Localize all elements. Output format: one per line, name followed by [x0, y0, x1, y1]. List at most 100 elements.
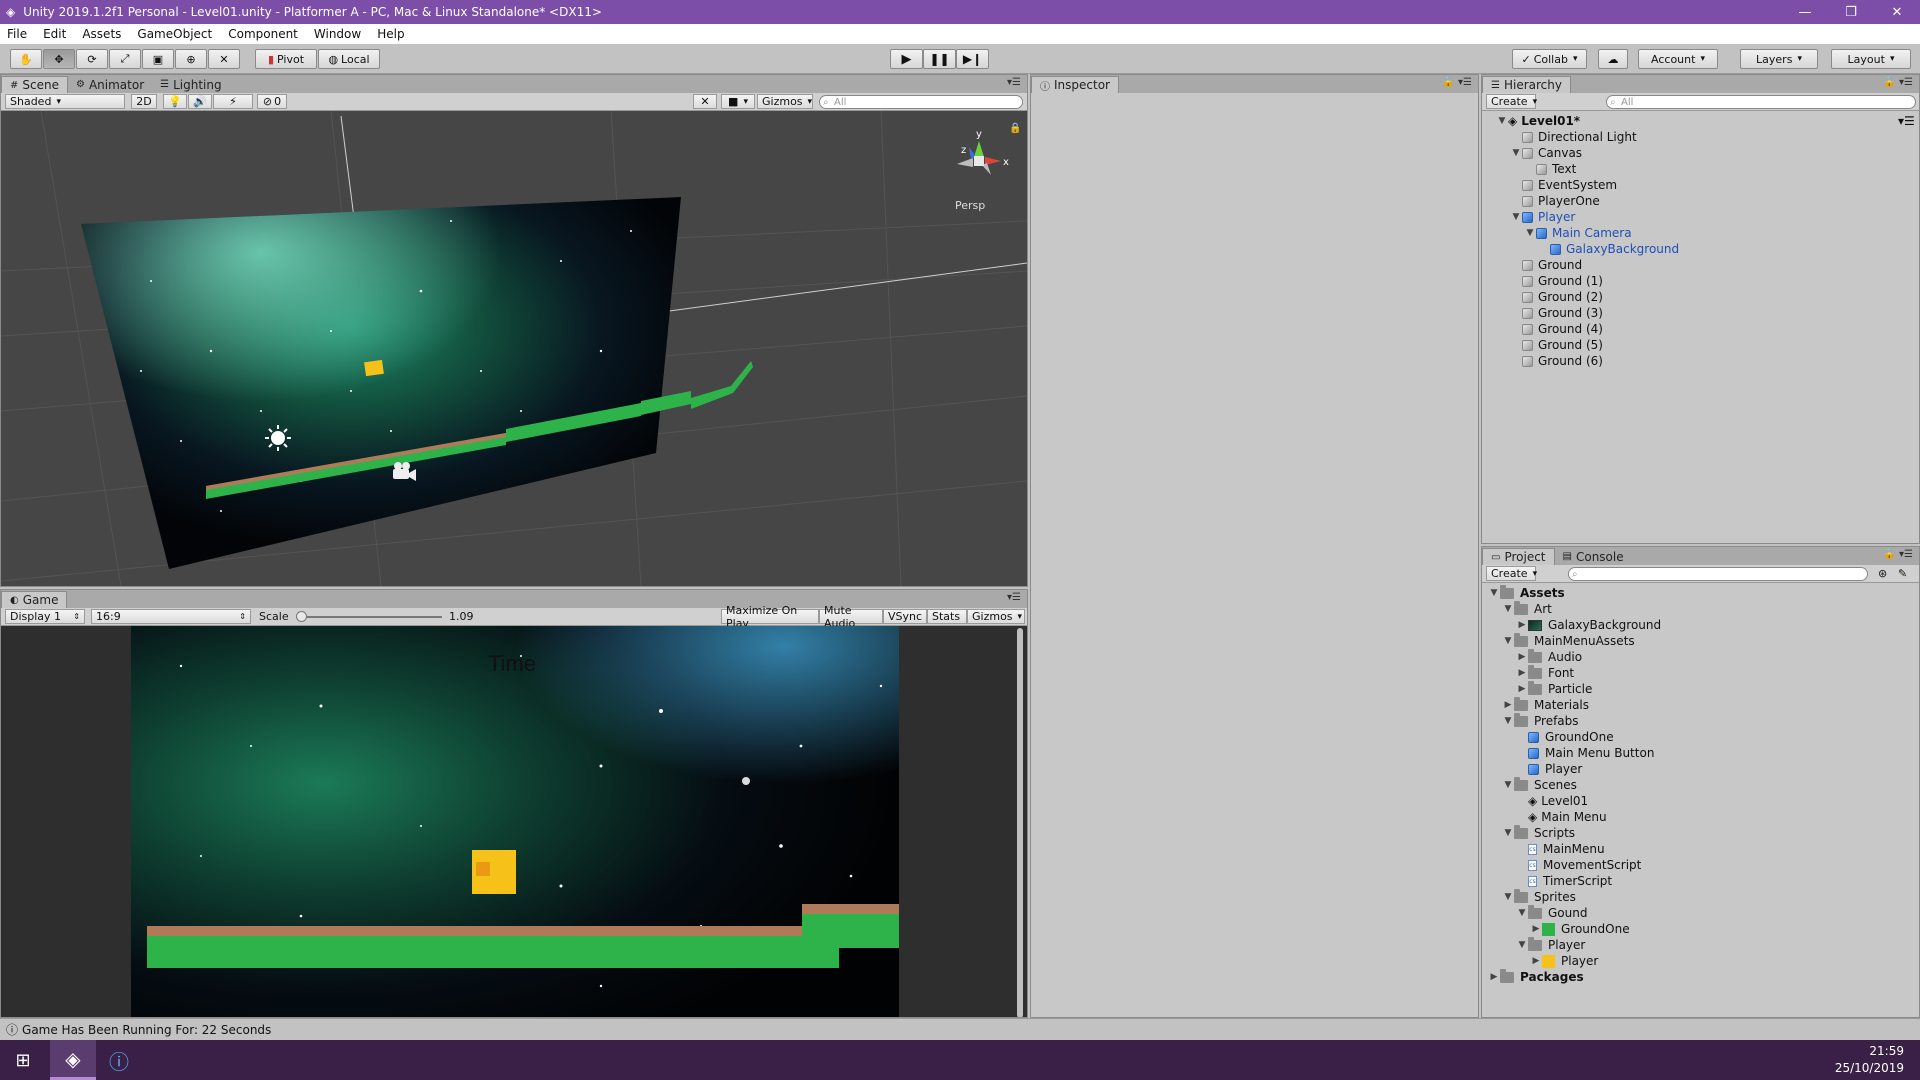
transform-tool-button[interactable]: ⊕ [175, 49, 207, 69]
expand-arrow-icon[interactable]: ▼ [1502, 716, 1514, 726]
project-item[interactable]: Player [1516, 761, 1582, 777]
taskbar-clock[interactable]: 21:59 25/10/2019 [1835, 1043, 1904, 1077]
tab-project[interactable]: ▭ Project [1482, 548, 1555, 565]
expand-arrow-icon[interactable]: ▼ [1502, 828, 1514, 838]
scene-root-row[interactable]: ▼ ◈ Level01* ▾☰ [1496, 113, 1915, 129]
mute-audio-toggle[interactable]: Mute Audio [819, 604, 883, 630]
hierarchy-lock-icon[interactable]: 🔒 ▾☰ [1883, 77, 1913, 88]
hierarchy-item[interactable]: Ground (3) [1510, 305, 1603, 321]
collab-dropdown[interactable]: ✓ Collab [1512, 49, 1587, 69]
menu-window[interactable]: Window [307, 27, 370, 41]
project-item[interactable]: ▼ Assets [1488, 584, 1565, 601]
layers-dropdown[interactable]: Layers [1740, 49, 1818, 69]
move-tool-button[interactable]: ✥ [43, 49, 75, 69]
menu-file[interactable]: File [0, 27, 36, 41]
tab-hierarchy[interactable]: ☰ Hierarchy [1482, 76, 1571, 93]
expand-arrow-icon[interactable]: ▶ [1502, 700, 1514, 710]
game-gizmos-dropdown[interactable]: Gizmos [967, 609, 1025, 624]
project-item[interactable]: ◈ Main Menu [1516, 809, 1607, 825]
shading-mode-dropdown[interactable]: Shaded [5, 94, 125, 109]
project-lock-icon[interactable]: 🔒 ▾☰ [1883, 549, 1913, 560]
orientation-gizmo[interactable]: y z x [957, 129, 1009, 175]
rotate-tool-button[interactable]: ⟳ [76, 49, 108, 69]
expand-arrow-icon[interactable]: ▼ [1516, 940, 1528, 950]
project-item[interactable]: ▶ Materials [1502, 696, 1589, 713]
hierarchy-item[interactable]: Ground (1) [1510, 273, 1603, 289]
project-item[interactable]: cs MovementScript [1516, 857, 1641, 873]
expand-arrow-icon[interactable]: ▶ [1530, 956, 1542, 966]
project-item[interactable]: ▶ Font [1516, 664, 1574, 681]
scene-viewport[interactable]: y z x 🔒 Persp [1, 110, 1027, 586]
project-item[interactable]: ▼ Sprites [1502, 888, 1576, 905]
tab-game[interactable]: ◐ Game [1, 591, 68, 608]
scale-slider[interactable] [296, 611, 442, 622]
scene-tools-toggle[interactable]: ✕ [693, 94, 717, 109]
status-message[interactable]: Game Has Been Running For: 22 Seconds [22, 1023, 271, 1037]
local-toggle[interactable]: ◍ Local [318, 49, 380, 69]
expand-arrow-icon[interactable]: ▶ [1516, 620, 1528, 630]
rect-tool-button[interactable]: ▣ [142, 49, 174, 69]
project-item[interactable]: ▶ Audio [1516, 648, 1582, 665]
gizmos-dropdown[interactable]: Gizmos [757, 94, 813, 109]
panel-menu-icon[interactable]: ▾☰ [1007, 77, 1021, 88]
hierarchy-item[interactable]: ▼ Canvas [1510, 145, 1583, 161]
persp-label[interactable]: Persp [955, 199, 985, 212]
hierarchy-create-dropdown[interactable]: Create [1486, 94, 1536, 109]
panel-menu-icon[interactable]: ▾☰ [1007, 592, 1021, 603]
project-item[interactable]: ▼ Prefabs [1502, 712, 1579, 729]
scale-slider-thumb[interactable] [296, 611, 308, 622]
cloud-button[interactable]: ☁ [1598, 49, 1628, 69]
hierarchy-item[interactable]: ▼ Player [1510, 209, 1576, 225]
project-item[interactable]: cs TimerScript [1516, 873, 1612, 889]
hierarchy-item[interactable]: ▼ Main Camera [1524, 225, 1632, 241]
account-dropdown[interactable]: Account [1638, 49, 1718, 69]
expand-arrow-icon[interactable]: ▶ [1516, 652, 1528, 662]
inspector-lock-icon[interactable]: 🔒 ▾☰ [1442, 77, 1472, 88]
project-item[interactable]: ▶ Packages [1488, 968, 1584, 985]
display-dropdown[interactable]: Display 1 ⇕ [5, 609, 85, 624]
menu-help[interactable]: Help [370, 27, 413, 41]
expand-arrow-icon[interactable]: ▼ [1502, 780, 1514, 790]
taskbar-app[interactable]: ⓘ [96, 1040, 142, 1080]
expand-arrow-icon[interactable]: ▼ [1510, 212, 1522, 222]
hierarchy-item[interactable]: Ground (5) [1510, 337, 1603, 353]
project-item[interactable]: ▼ Scenes [1502, 776, 1577, 793]
hierarchy-item[interactable]: EventSystem [1510, 177, 1617, 193]
expand-arrow-icon[interactable]: ▶ [1516, 668, 1528, 678]
hierarchy-item[interactable]: Ground (4) [1510, 321, 1603, 337]
project-item[interactable]: ▼ Scripts [1502, 824, 1575, 841]
start-button[interactable]: ⊞ [0, 1040, 46, 1080]
restore-button[interactable]: ❐ [1828, 5, 1874, 20]
menu-gameobject[interactable]: GameObject [130, 27, 221, 41]
project-item[interactable]: ▼ Gound [1516, 904, 1587, 921]
play-button[interactable]: ▶ [890, 49, 923, 69]
pause-button[interactable]: ❚❚ [923, 49, 956, 69]
filter-label-icon[interactable]: ✎ [1898, 567, 1907, 580]
menu-edit[interactable]: Edit [36, 27, 75, 41]
tab-scene[interactable]: # Scene [1, 76, 68, 93]
audio-toggle[interactable]: 🔊 [188, 94, 212, 109]
project-item[interactable]: Main Menu Button [1516, 745, 1654, 761]
maximize-on-play-toggle[interactable]: Maximize On Play [721, 604, 819, 630]
project-item[interactable]: ◈ Level01 [1516, 793, 1588, 809]
project-item[interactable]: ▶ GroundOne [1530, 921, 1630, 937]
tab-lighting[interactable]: ☰ Lighting [152, 76, 229, 93]
expand-arrow-icon[interactable]: ▶ [1530, 924, 1542, 934]
expand-arrow-icon[interactable]: ▼ [1488, 588, 1500, 598]
hierarchy-item[interactable]: PlayerOne [1510, 193, 1600, 209]
hierarchy-item[interactable]: Ground (6) [1510, 353, 1603, 369]
hierarchy-item[interactable]: Directional Light [1510, 129, 1637, 145]
tab-animator[interactable]: ⚙ Animator [68, 76, 152, 93]
project-item[interactable]: ▼ MainMenuAssets [1502, 632, 1635, 649]
project-item[interactable]: ▼ Player [1516, 936, 1585, 953]
expand-arrow-icon[interactable]: ▼ [1510, 148, 1522, 158]
minimize-button[interactable]: — [1782, 5, 1828, 20]
expand-arrow-icon[interactable]: ▼ [1524, 228, 1536, 238]
hierarchy-search-input[interactable]: ⌕ All [1606, 95, 1916, 109]
expand-arrow-icon[interactable]: ▼ [1496, 116, 1508, 126]
expand-arrow-icon[interactable]: ▶ [1488, 972, 1500, 982]
pivot-toggle[interactable]: ▮ Pivot [255, 49, 317, 69]
expand-arrow-icon[interactable]: ▼ [1516, 908, 1528, 918]
step-button[interactable]: ▶❙ [956, 49, 989, 69]
game-scrollbar[interactable] [1017, 628, 1023, 1018]
